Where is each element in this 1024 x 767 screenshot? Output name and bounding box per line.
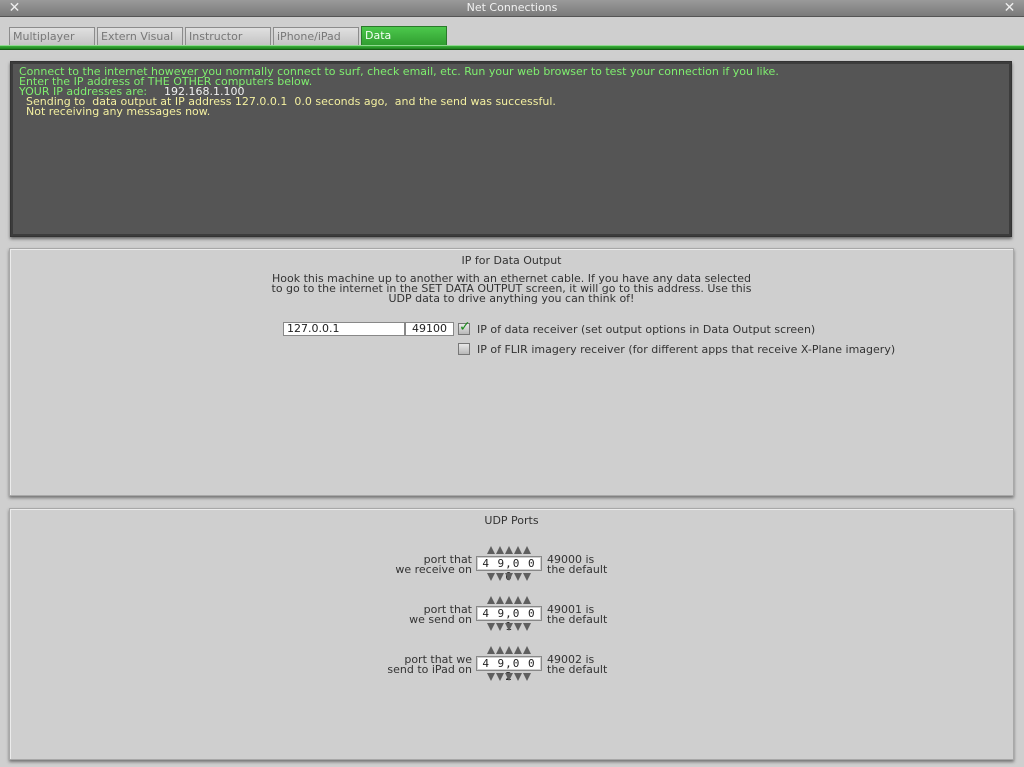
panel-title: IP for Data Output <box>461 254 562 267</box>
tab-instructor[interactable]: Instructor <box>185 27 271 45</box>
arrow-up-icon[interactable] <box>496 546 504 554</box>
arrow-down-icon[interactable] <box>514 573 522 581</box>
arrow-up-icon[interactable] <box>514 546 522 554</box>
arrow-up-icon[interactable] <box>505 596 513 604</box>
port-label: port that we send on <box>322 604 472 626</box>
ip-port-input[interactable]: 49100 <box>405 322 454 336</box>
port-decrement-arrows <box>487 673 531 681</box>
tab-data[interactable]: Data <box>361 26 447 46</box>
data-receiver-label: IP of data receiver (set output options … <box>477 323 816 336</box>
ip-address-input[interactable]: 127.0.0.1 <box>283 322 405 336</box>
port-label-line: we send on <box>409 613 472 626</box>
arrow-down-icon[interactable] <box>496 623 504 631</box>
arrow-down-icon[interactable] <box>505 673 513 681</box>
arrow-down-icon[interactable] <box>505 623 513 631</box>
port-increment-arrows <box>487 646 531 654</box>
arrow-down-icon[interactable] <box>514 673 522 681</box>
tab-label: Multiplayer <box>13 30 75 43</box>
panel-description: UDP data to drive anything you can think… <box>388 292 635 305</box>
receive-port-stepper[interactable]: 4 9,0 0 0 <box>476 556 542 583</box>
console-line: Not receiving any messages now. <box>19 105 211 118</box>
port-default-note: 49000 is the default <box>547 554 637 576</box>
arrow-down-icon[interactable] <box>487 573 495 581</box>
tab-label: Data <box>365 29 392 42</box>
arrow-up-icon[interactable] <box>496 596 504 604</box>
close-icon[interactable]: ✕ <box>6 0 23 17</box>
port-label: port that we send to iPad on <box>322 654 472 676</box>
udp-ports-panel: UDP Ports port that we receive on 4 9,0 … <box>9 508 1014 760</box>
status-console: Connect to the internet however you norm… <box>10 61 1012 237</box>
arrow-down-icon[interactable] <box>523 623 531 631</box>
ip-data-output-panel: IP for Data Output Hook this machine up … <box>9 248 1014 496</box>
arrow-up-icon[interactable] <box>505 546 513 554</box>
window-titlebar: ✕ Net Connections ✕ <box>0 0 1024 17</box>
tab-label: iPhone/iPad <box>277 30 341 43</box>
port-increment-arrows <box>487 546 531 554</box>
port-increment-arrows <box>487 596 531 604</box>
tab-underline <box>0 45 1024 50</box>
arrow-up-icon[interactable] <box>487 646 495 654</box>
port-note-line: the default <box>547 663 608 676</box>
arrow-down-icon[interactable] <box>514 623 522 631</box>
arrow-down-icon[interactable] <box>505 573 513 581</box>
port-default-note: 49002 is the default <box>547 654 637 676</box>
arrow-up-icon[interactable] <box>487 546 495 554</box>
port-note-line: the default <box>547 613 608 626</box>
port-default-note: 49001 is the default <box>547 604 637 626</box>
tab-label: Instructor <box>189 30 243 43</box>
arrow-up-icon[interactable] <box>523 546 531 554</box>
window-title: Net Connections <box>466 1 558 14</box>
port-decrement-arrows <box>487 573 531 581</box>
port-label-line: send to iPad on <box>387 663 472 676</box>
arrow-up-icon[interactable] <box>496 646 504 654</box>
arrow-down-icon[interactable] <box>496 673 504 681</box>
arrow-up-icon[interactable] <box>487 596 495 604</box>
flir-receiver-checkbox[interactable] <box>458 343 470 355</box>
port-note-line: the default <box>547 563 608 576</box>
tab-extern-visual[interactable]: Extern Visual <box>97 27 183 45</box>
close-icon[interactable]: ✕ <box>1001 0 1018 17</box>
arrow-up-icon[interactable] <box>514 646 522 654</box>
arrow-down-icon[interactable] <box>487 673 495 681</box>
tab-multiplayer[interactable]: Multiplayer <box>9 27 95 45</box>
tab-label: Extern Visual <box>101 30 174 43</box>
ipad-port-stepper[interactable]: 4 9,0 0 2 <box>476 656 542 683</box>
panel-title: UDP Ports <box>484 514 539 527</box>
send-port-stepper[interactable]: 4 9,0 0 1 <box>476 606 542 633</box>
arrow-down-icon[interactable] <box>487 623 495 631</box>
data-receiver-checkbox[interactable]: ✓ <box>458 319 471 335</box>
arrow-down-icon[interactable] <box>523 573 531 581</box>
port-decrement-arrows <box>487 623 531 631</box>
checkmark-icon: ✓ <box>459 319 471 335</box>
arrow-down-icon[interactable] <box>496 573 504 581</box>
flir-receiver-label: IP of FLIR imagery receiver (for differe… <box>477 343 896 356</box>
arrow-down-icon[interactable] <box>523 673 531 681</box>
arrow-up-icon[interactable] <box>523 596 531 604</box>
port-label-line: we receive on <box>395 563 472 576</box>
arrow-up-icon[interactable] <box>514 596 522 604</box>
tab-iphone-ipad[interactable]: iPhone/iPad <box>273 27 359 45</box>
arrow-up-icon[interactable] <box>523 646 531 654</box>
port-label: port that we receive on <box>322 554 472 576</box>
arrow-up-icon[interactable] <box>505 646 513 654</box>
